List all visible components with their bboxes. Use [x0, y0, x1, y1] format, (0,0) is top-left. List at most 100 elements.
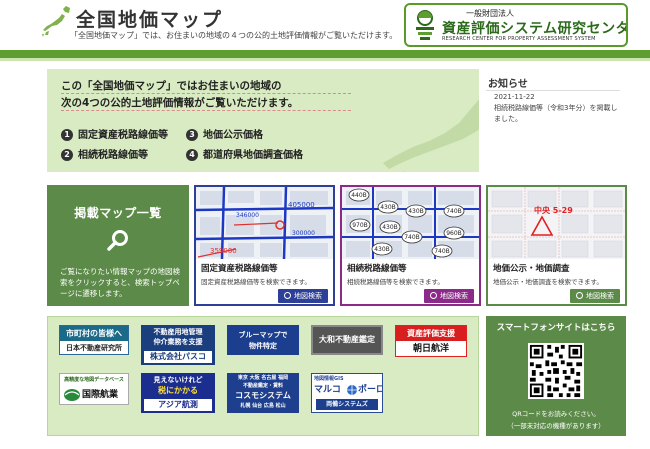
ad-text: 株式会社パスコ [144, 351, 212, 363]
map-card-land-price[interactable]: 中央 5-29 地価公示・地価調査 地価公示・地価調査を検索できます。 地図検索 [486, 185, 627, 306]
thumb-value-4: 300000 [292, 230, 315, 237]
ad-kokusai[interactable]: 高精度な地図データベース 国際航業 [59, 373, 129, 405]
smartphone-panel: スマートフォンサイトはこちら QRコードをお読みください。 （一部未対応の機種が… [486, 316, 626, 436]
org-logo-link[interactable]: 一般財団法人 資産評価システム研究センター RESEARCH CENTER FO… [404, 3, 628, 47]
globe-icon [347, 385, 357, 395]
map-list-description: ご覧になりたい情報マップの地図検索をクリックすると、検索トップページに遷移します… [60, 267, 180, 298]
sponsor-banners: 市町村の皆様へ 日本不動産研究所 不動産用地管理 仲介業務を支援 株式会社パスコ… [47, 316, 479, 436]
ad-text: 札幌 仙台 広島 松山 [240, 403, 286, 409]
thumb-value-1: 405000 [288, 201, 315, 209]
ad-text: 物件特定 [249, 342, 277, 350]
thumb-value: 960B [446, 230, 462, 237]
news-divider [486, 90, 620, 91]
map-card-description: 地価公示・地価調査を検索できます。 [493, 278, 603, 286]
map-card-fixed-asset[interactable]: 405000 359000 346000 300000 固定資産税路線価等 固定… [194, 185, 335, 306]
ad-text: アジア航測 [144, 399, 212, 411]
map-search-button[interactable]: 地図検索 [278, 289, 328, 303]
qr-instruction: QRコードをお読みください。 [512, 410, 600, 418]
ad-text: 国際航業 [82, 390, 119, 400]
ad-text: ブルーマップで [238, 331, 288, 339]
news-title: お知らせ [488, 79, 528, 90]
ad-text: 大和不動産鑑定 [319, 335, 375, 344]
map-card-title: 相続税路線価等 [347, 264, 407, 274]
japan-map-illustration-icon [383, 99, 479, 172]
kokusai-logo-icon [64, 389, 80, 401]
ad-text: 日本不動産研究所 [66, 344, 122, 352]
banner-line-1: この「全国地価マップ」ではお住まいの地域の [61, 80, 282, 92]
ad-bluemap[interactable]: ブルーマップで 物件特定 [227, 325, 299, 355]
ad-cosmo[interactable]: 東京 大阪 名古屋 福岡 不動産鑑定・賃料 コスモシステム 札幌 仙台 広島 松… [227, 373, 299, 413]
search-icon [284, 292, 291, 299]
map-card-title: 地価公示・地価調査 [493, 264, 570, 274]
thumb-value: 440B [351, 192, 367, 199]
thumb-value: 430B [374, 246, 390, 253]
thumb-value: 970B [352, 222, 368, 229]
ad-text: 高精度な地図データベース [64, 377, 124, 383]
map-list-card: 掲載マップ一覧 ご覧になりたい情報マップの地図検索をクリックすると、検索トップペ… [47, 185, 189, 306]
thumb-value: 430B [408, 208, 424, 215]
ad-text: 不動産鑑定・賃料 [242, 383, 283, 389]
ad-text: 両備システムズ [316, 399, 378, 410]
thumb-value: 740B [404, 234, 420, 241]
ad-marcopolo[interactable]: 地図情報GIS マルコ ポーロ 両備システムズ [311, 373, 383, 413]
thumb-value: 中央 5-29 [534, 205, 573, 215]
site-subtitle: 「全国地価マップ」では、お住まいの地域の４つの公的土地評価情報がご覧いただけます… [70, 31, 398, 40]
site-header: 全国地価マップ 「全国地価マップ」では、お住まいの地域の４つの公的土地評価情報が… [0, 0, 650, 50]
ad-pasco[interactable]: 不動産用地管理 仲介業務を支援 株式会社パスコ [141, 325, 215, 365]
org-english-name: RESEARCH CENTER FOR PROPERTY ASSESSMENT … [442, 36, 596, 42]
banner-item-3: 3 地価公示価格 [186, 126, 263, 141]
qr-code-icon[interactable] [528, 343, 584, 399]
ad-shichoson[interactable]: 市町村の皆様へ 日本不動産研究所 [59, 325, 129, 355]
thumb-value: 430B [382, 224, 398, 231]
ad-daiwa[interactable]: 大和不動産鑑定 [311, 325, 383, 355]
ad-asahi[interactable]: 資産評価支援 朝日航洋 [395, 325, 467, 357]
map-card-inheritance[interactable]: 440B 430B 430B 740B 970B 430B 740B 960B … [340, 185, 481, 306]
japan-map-logo-icon [42, 6, 70, 37]
page: 全国地価マップ 「全国地価マップ」では、お住まいの地域の４つの公的土地評価情報が… [0, 0, 650, 449]
map-search-button[interactable]: 地図検索 [424, 289, 474, 303]
thumb-value: 430B [380, 204, 396, 211]
banner-item-1: 1 固定資産税路線価等 [61, 126, 168, 141]
banner-line-2: 次の4つの公的土地評価情報がご覧いただけます。 [61, 97, 299, 109]
header-divider-light [0, 58, 650, 61]
ad-text: 地図情報GIS [314, 376, 344, 382]
search-icon [430, 292, 437, 299]
map-card-title: 固定資産税路線価等 [201, 264, 278, 274]
thumb-value: 740B [446, 208, 462, 215]
banner-rule [61, 93, 351, 94]
ad-text: 東京 大阪 名古屋 福岡 [237, 375, 289, 381]
thumb-value: 740B [434, 248, 450, 255]
map-card-description: 固定資産税路線価等を検索できます。 [201, 278, 311, 286]
map-search-button[interactable]: 地図検索 [570, 289, 620, 303]
map-list-title: 掲載マップ一覧 [74, 206, 162, 220]
search-icon [107, 230, 128, 251]
ad-text: 資産評価支援 [396, 326, 466, 341]
qr-note: （一部未対応の機種があります） [507, 422, 605, 430]
map-card-description: 相続税路線価等を検索できます。 [347, 278, 444, 286]
search-icon [576, 292, 583, 299]
thumb-value-2: 359000 [210, 247, 237, 255]
news-date: 2021-11-22 [494, 93, 535, 101]
news-item[interactable]: 相続税路線価等（令和3年分）を掲載しました。 [494, 103, 620, 125]
org-name: 資産評価システム研究センター [442, 21, 628, 37]
banner-item-4: 4 都道府県地価調査価格 [186, 146, 303, 161]
ad-text: 朝日航洋 [412, 344, 449, 354]
header-divider [0, 50, 650, 58]
map-thumbnail-inheritance: 440B 430B 430B 740B 970B 430B 740B 960B … [342, 187, 479, 259]
ad-text: 不動産用地管理 [153, 328, 203, 336]
smartphone-title: スマートフォンサイトはこちら [496, 323, 616, 333]
thumb-value-3: 346000 [236, 212, 259, 219]
map-thumbnail-land-price: 中央 5-29 [488, 187, 625, 259]
news-panel: お知らせ 2021-11-22 相続税路線価等（令和3年分）を掲載しました。 [480, 69, 626, 172]
banner-rule [61, 110, 351, 111]
site-title[interactable]: 全国地価マップ [76, 5, 223, 32]
ad-text: 市町村の皆様へ [60, 326, 128, 341]
org-emblem-icon [416, 10, 434, 40]
ad-text: 見えないけれど [153, 376, 203, 384]
ad-text: ポーロ [358, 385, 383, 395]
ad-asia[interactable]: 見えないけれど 税にかかる アジア航測 [141, 373, 215, 413]
ad-text: 税にかかる [158, 386, 198, 395]
ad-text: マルコ [314, 385, 341, 395]
ad-text: 仲介業務を支援 [153, 338, 203, 346]
ad-text: コスモシステム [235, 391, 291, 400]
